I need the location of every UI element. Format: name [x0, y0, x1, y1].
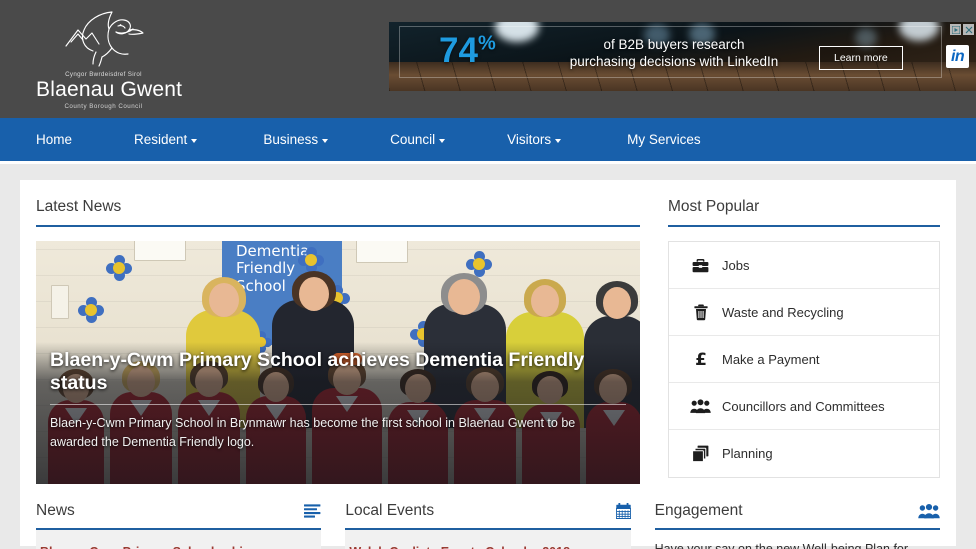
photo-face	[299, 277, 329, 311]
close-icon[interactable]	[963, 24, 974, 35]
pound-sterling-icon: £	[690, 350, 711, 368]
panel-news-heading: News	[36, 502, 322, 530]
featured-news-description: Blaen-y-Cwm Primary School in Brynmawr h…	[50, 416, 576, 450]
ad-copy-line1: of B2B buyers research	[603, 37, 745, 52]
ad-copy: of B2B buyers research purchasing decisi…	[549, 36, 799, 71]
briefcase-icon	[690, 258, 711, 273]
photo-face	[448, 279, 480, 315]
panel-engagement-heading: Engagement	[654, 502, 940, 530]
chevron-down-icon	[191, 138, 198, 143]
photo-face	[603, 287, 631, 319]
people-group-icon	[690, 398, 711, 414]
nav-item-resident[interactable]: Resident	[134, 132, 198, 147]
nav-item-label: Visitors	[507, 132, 552, 147]
ad-choices-controls	[950, 24, 974, 35]
most-popular-item-waste-and-recycling[interactable]: Waste and Recycling	[669, 289, 939, 336]
most-popular-column: Most Popular Jobs Waste and Recycling £ …	[668, 198, 940, 484]
advertisement-banner[interactable]: 74% of B2B buyers research purchasing de…	[389, 22, 976, 91]
flower-decoration	[106, 255, 132, 281]
top-content-row: Latest News Dementia Friendly School Bla…	[36, 198, 940, 484]
nav-item-label: Home	[36, 132, 73, 147]
panel-local-events-heading: Local Events	[345, 502, 631, 530]
most-popular-item-jobs[interactable]: Jobs	[669, 242, 939, 289]
panel-news-body: Blaen-y-Cwm Primary School achieves	[36, 530, 322, 549]
stacked-documents-icon	[690, 445, 711, 462]
photo-face	[531, 285, 559, 317]
most-popular-item-planning[interactable]: Planning	[669, 430, 939, 477]
nav-item-business[interactable]: Business	[263, 132, 329, 147]
photo-display-sign	[134, 241, 186, 261]
nav-item-council[interactable]: Council	[390, 132, 446, 147]
nav-item-label: Council	[390, 132, 436, 147]
panel-heading-label: Local Events	[345, 502, 435, 519]
trash-bin-icon	[690, 304, 711, 321]
content-card: Latest News Dementia Friendly School Bla…	[20, 180, 956, 549]
panel-local-events-link[interactable]: Welsh Cyclists Events Calendar 2018	[349, 544, 626, 549]
nav-item-visitors[interactable]: Visitors	[507, 132, 562, 147]
most-popular-item-label: Jobs	[722, 257, 750, 273]
calendar-icon[interactable]	[615, 503, 631, 519]
most-popular-item-label: Make a Payment	[722, 351, 820, 367]
photo-display-sign	[356, 241, 408, 263]
logo-name: Blaenau Gwent	[36, 78, 183, 102]
chevron-down-icon	[322, 138, 329, 143]
chevron-down-icon	[555, 138, 562, 143]
main-navigation: Home Resident Business Council Visitors …	[0, 118, 976, 164]
dragon-mountain-crest-icon	[64, 11, 144, 67]
ad-percent-symbol: %	[477, 32, 496, 55]
nav-item-label: My Services	[627, 132, 701, 147]
most-popular-heading: Most Popular	[668, 198, 940, 227]
flower-decoration	[298, 247, 324, 273]
bottom-panels-row: News Blaen-y-Cwm Primary School achieves…	[36, 502, 940, 549]
nav-item-label: Business	[263, 132, 319, 147]
panel-local-events-body: Welsh Cyclists Events Calendar 2018	[345, 530, 631, 549]
most-popular-item-councillors-and-committees[interactable]: Councillors and Committees	[669, 383, 939, 430]
nav-item-home[interactable]: Home	[36, 132, 72, 147]
latest-news-heading: Latest News	[36, 198, 640, 227]
panel-news: News Blaen-y-Cwm Primary School achieves	[36, 502, 322, 549]
most-popular-item-label: Planning	[722, 446, 773, 461]
ad-percent: 74%	[439, 33, 496, 68]
nav-item-label: Resident	[134, 132, 188, 147]
ad-copy-line2: purchasing decisions with LinkedIn	[569, 54, 779, 70]
logo-welsh-tagline: Cyngor Bwrdeisdref Sirol	[65, 71, 142, 79]
linkedin-logo-icon: in	[946, 45, 969, 68]
panel-local-events: Local Events Welsh Cyclists Events Calen…	[345, 502, 631, 549]
panel-heading-label: Engagement	[654, 502, 743, 519]
ad-percent-value: 74	[439, 31, 478, 70]
adchoices-triangle-icon[interactable]	[950, 24, 961, 35]
most-popular-item-label: Councillors and Committees	[722, 398, 885, 414]
panel-news-link[interactable]: Blaen-y-Cwm Primary School achieves	[40, 544, 317, 549]
chevron-down-icon	[439, 138, 446, 143]
nav-item-my-services[interactable]: My Services	[627, 132, 701, 147]
panel-engagement: Engagement Have your say on the new Well…	[654, 502, 940, 549]
svg-text:£: £	[695, 350, 707, 368]
panel-engagement-text: Have your say on the new Well-being Plan…	[654, 542, 909, 549]
most-popular-item-label: Waste and Recycling	[722, 304, 844, 320]
page-body: Latest News Dementia Friendly School Bla…	[0, 164, 976, 549]
ad-learn-more-button[interactable]: Learn more	[819, 46, 903, 70]
photo-display-sign	[51, 285, 69, 319]
featured-news-card[interactable]: Dementia Friendly School Blaen-y-Cwm Pri…	[36, 241, 640, 484]
most-popular-item-make-a-payment[interactable]: £ Make a Payment	[669, 336, 939, 383]
site-header: Cyngor Bwrdeisdref Sirol Blaenau Gwent C…	[0, 0, 976, 118]
featured-divider	[50, 404, 626, 405]
logo-english-tagline: County Borough Council	[64, 102, 143, 110]
list-lines-icon[interactable]	[304, 504, 321, 518]
people-group-icon[interactable]	[918, 503, 940, 519]
most-popular-list: Jobs Waste and Recycling £ Make a Paymen…	[668, 241, 940, 478]
flower-decoration	[78, 297, 104, 323]
latest-news-column: Latest News Dementia Friendly School Bla…	[36, 198, 640, 484]
featured-news-title: Blaen-y-Cwm Primary School achieves Deme…	[50, 349, 585, 395]
panel-heading-label: News	[36, 502, 75, 519]
photo-face	[209, 283, 239, 317]
site-logo[interactable]: Cyngor Bwrdeisdref Sirol Blaenau Gwent C…	[36, 8, 183, 110]
